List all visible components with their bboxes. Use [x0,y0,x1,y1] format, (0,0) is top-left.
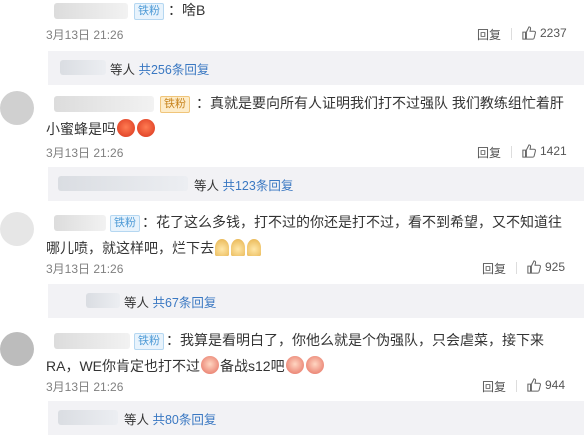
comment-text-tail: 备战s12吧 [220,358,285,374]
reply-user-blurred [58,410,118,425]
subreplies-box[interactable]: 等人 共67条回复 [48,284,584,318]
subreplies-prefix: 等人 [194,179,223,193]
avatar[interactable] [0,91,34,125]
comment-text: ：真就是要向所有人证明我们打不过强队 我们教练组忙着肝小蜜蜂是吗 [46,90,574,142]
pray-emoji-icon [215,239,229,256]
pray-emoji-icon [231,239,245,256]
comment: 铁粉 ：啥B 3月13日 21:26 回复 2237 等人 共256条回复 [0,0,584,85]
separator [511,28,512,40]
reply-button[interactable]: 回复 [482,260,506,277]
comment-text: ：花了这么多钱，打不过的你还是打不过，看不到希望，又不知道往哪儿喷，就这样吧，烂… [46,209,574,261]
subreplies-box[interactable]: 等人 共123条回复 [48,167,584,201]
like-count: 925 [545,260,566,274]
thumbs-up-icon[interactable] [522,144,536,158]
subreplies-prefix: 等人 [124,413,153,427]
reply-user-blurred [86,293,120,308]
subreplies-prefix: 等人 [124,296,153,310]
pray-emoji-icon [247,239,261,256]
subreplies-summary: 等人 共67条回复 [124,292,216,311]
thumbs-up-icon[interactable] [527,260,541,274]
reply-button[interactable]: 回复 [477,26,501,43]
view-replies-link[interactable]: 共256条回复 [138,63,209,77]
thumbs-up-icon[interactable] [527,378,541,392]
view-replies-link[interactable]: 共80条回复 [152,413,216,427]
reply-button[interactable]: 回复 [482,378,506,395]
subreplies-summary: 等人 共256条回复 [110,59,209,78]
subreplies-summary: 等人 共80条回复 [124,409,216,428]
comment-text-content: ：花了这么多钱，打不过的你还是打不过，看不到希望，又不知道往哪儿喷，就这样吧，烂… [46,214,562,256]
view-replies-link[interactable]: 共67条回复 [152,296,216,310]
reply-user-blurred [58,176,188,191]
like-count: 1421 [540,144,567,158]
subreplies-box[interactable]: 等人 共256条回复 [48,51,584,85]
comment-time: 3月13日 21:26 [46,146,124,160]
comment-text: ：啥B [168,2,206,18]
comment: 铁粉 ：花了这么多钱，打不过的你还是打不过，看不到希望，又不知道往哪儿喷，就这样… [0,208,584,318]
avatar[interactable] [0,212,34,246]
mask-emoji-icon [201,356,219,374]
reply-user-blurred [60,60,106,75]
comment-time: 3月13日 21:26 [46,262,124,276]
reply-button[interactable]: 回复 [477,144,501,161]
like-count: 2237 [540,26,567,40]
username-blurred[interactable] [54,3,128,19]
separator [516,380,517,392]
mask-emoji-icon [285,356,304,374]
thumbs-up-icon[interactable] [522,26,536,40]
avatar[interactable] [0,332,34,366]
comment: 铁粉 ：我算是看明白了，你他么就是个伪强队，只会虐菜，接下来RA，WE你肯定也打… [0,326,584,435]
subreplies-summary: 等人 共123条回复 [194,175,293,194]
subreplies-box[interactable]: 等人 共80条回复 [48,401,584,435]
separator [511,146,512,158]
comment-time: 3月13日 21:26 [46,380,124,394]
view-replies-link[interactable]: 共123条回复 [222,179,293,193]
comment-text: ：我算是看明白了，你他么就是个伪强队，只会虐菜，接下来RA，WE你肯定也打不过备… [46,327,574,379]
fan-badge: 铁粉 [134,3,164,20]
separator [516,262,517,274]
like-count: 944 [545,378,566,392]
subreplies-prefix: 等人 [110,63,139,77]
mask-emoji-icon [305,356,324,374]
comment: 铁粉 ：真就是要向所有人证明我们打不过强队 我们教练组忙着肝小蜜蜂是吗 3月13… [0,88,584,201]
angry-emoji-icon [117,119,135,137]
comment-time: 3月13日 21:26 [46,28,124,42]
angry-emoji-icon [137,119,155,137]
